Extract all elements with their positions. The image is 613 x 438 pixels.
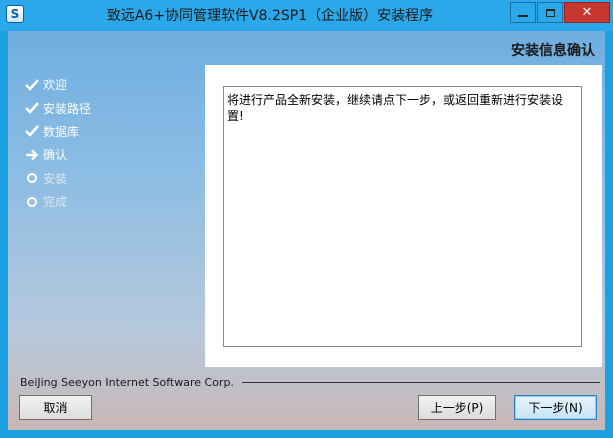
arrow-right-icon xyxy=(24,149,40,161)
check-icon xyxy=(24,78,40,91)
company-name: BeiJing Seeyon Internet Software Corp. xyxy=(20,376,234,389)
step-label: 确认 xyxy=(43,148,68,163)
step-item-welcome: 欢迎 xyxy=(24,73,91,96)
cancel-button[interactable]: 取消 xyxy=(19,395,92,420)
previous-button[interactable]: 上一步(P) xyxy=(418,395,496,420)
title-bar[interactable]: S 致远A6+协同管理软件V8.2SP1（企业版）安装程序 ✕ xyxy=(0,0,613,31)
divider xyxy=(242,382,600,383)
step-label: 安装 xyxy=(43,171,68,186)
step-item-finish: 完成 xyxy=(24,190,91,213)
close-button[interactable]: ✕ xyxy=(564,2,610,23)
close-icon: ✕ xyxy=(581,5,593,20)
step-label: 安装路径 xyxy=(43,101,92,116)
step-label: 欢迎 xyxy=(43,78,68,93)
step-item-install: 安装 xyxy=(24,167,91,190)
next-button[interactable]: 下一步(N) xyxy=(514,395,597,420)
step-label: 数据库 xyxy=(43,124,80,139)
confirmation-message-box[interactable]: 将进行产品全新安装，继续请点下一步，或返回重新进行安装设置! xyxy=(223,86,582,347)
circle-icon xyxy=(24,173,40,184)
maximize-icon xyxy=(545,8,555,17)
window-title: 致远A6+协同管理软件V8.2SP1（企业版）安装程序 xyxy=(106,8,434,24)
check-icon xyxy=(24,102,40,114)
step-label: 完成 xyxy=(43,195,68,210)
app-logo-icon: S xyxy=(6,5,24,23)
minimize-icon xyxy=(518,14,528,17)
maximize-button[interactable] xyxy=(537,2,563,23)
step-item-database: 数据库 xyxy=(24,120,91,143)
wizard-body: 安装信息确认 欢迎 安装路径 数据库 确认 安装 完成 将进行产品全新安装，继续… xyxy=(8,31,605,430)
page-title: 安装信息确认 xyxy=(511,43,595,59)
step-item-install-path: 安装路径 xyxy=(24,96,91,119)
installer-window: S 致远A6+协同管理软件V8.2SP1（企业版）安装程序 ✕ 安装信息确认 欢… xyxy=(0,0,613,438)
check-icon xyxy=(24,125,40,138)
step-item-confirm: 确认 xyxy=(24,143,91,166)
step-list: 欢迎 安装路径 数据库 确认 安装 完成 xyxy=(24,73,91,213)
circle-icon xyxy=(24,196,40,207)
minimize-button[interactable] xyxy=(510,2,536,23)
content-panel: 将进行产品全新安装，继续请点下一步，或返回重新进行安装设置! xyxy=(205,65,602,367)
